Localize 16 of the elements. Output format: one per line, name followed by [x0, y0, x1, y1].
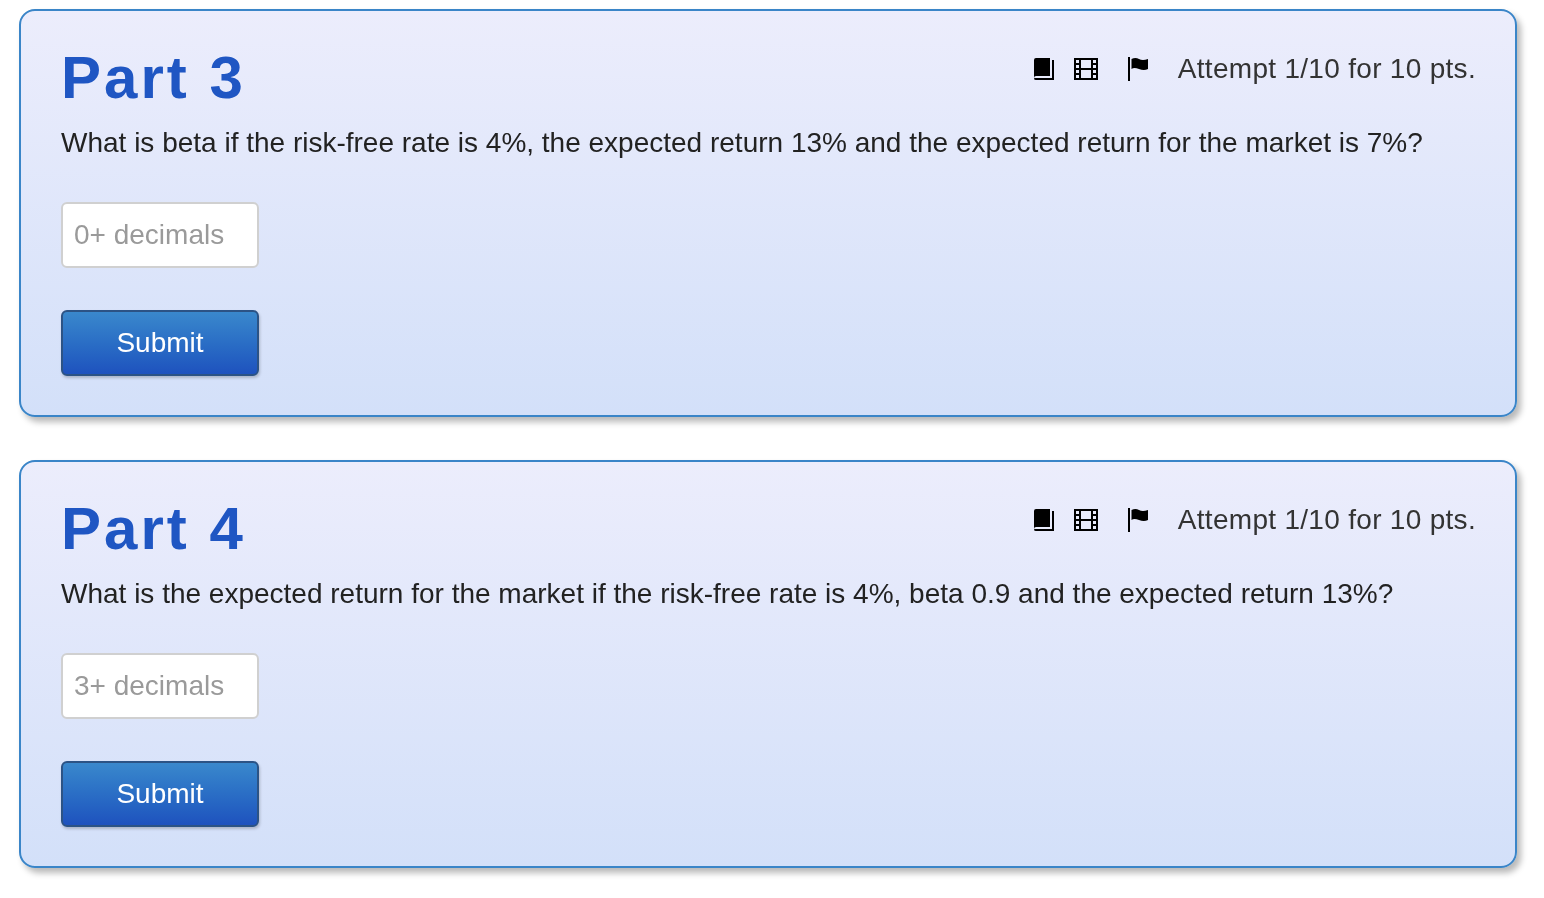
question-text: What is beta if the risk-free rate is 4%, the expected return 13% and the expected return for the market is 7%? [61, 126, 1424, 160]
answer-field[interactable]: 0+ decimals [61, 202, 259, 268]
answer-field[interactable]: 3+ decimals [61, 653, 259, 719]
book-icon[interactable] [1032, 57, 1055, 81]
film-icon[interactable] [1073, 58, 1098, 80]
flag-icon[interactable] [1127, 57, 1149, 81]
book-icon[interactable] [1032, 508, 1055, 532]
submit-button[interactable]: Submit [61, 310, 259, 376]
attempt-text: Attempt 1/10 for 10 pts. [1177, 503, 1476, 537]
film-icon[interactable] [1073, 509, 1098, 531]
part-title: Part 3 [61, 44, 246, 112]
attempt-text: Attempt 1/10 for 10 pts. [1177, 52, 1476, 86]
submit-button[interactable]: Submit [61, 761, 259, 827]
part-title: Part 4 [61, 495, 246, 563]
flag-icon[interactable] [1127, 508, 1149, 532]
question-text: What is the expected return for the market if the risk-free rate is 4%, beta 0.9 and the expected return 13%? [61, 577, 1395, 611]
